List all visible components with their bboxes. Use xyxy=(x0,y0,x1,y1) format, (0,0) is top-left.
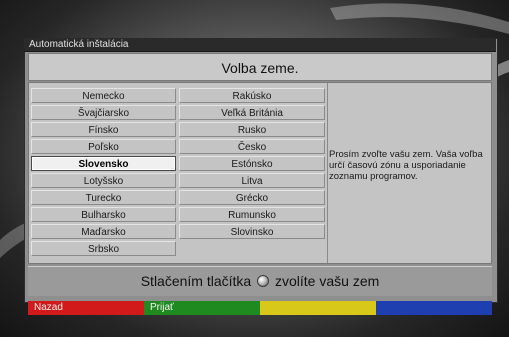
dialog-titlebar: Automatická inštalácia xyxy=(24,38,496,52)
panel-divider xyxy=(327,83,328,263)
country-item-cesko[interactable]: Česko xyxy=(179,139,325,154)
country-item-svajciarsko[interactable]: Švajčiarsko xyxy=(31,105,176,120)
country-item-litva[interactable]: Litva xyxy=(179,173,325,188)
country-item-grecko[interactable]: Grécko xyxy=(179,190,325,205)
country-item-rakusko[interactable]: Rakúsko xyxy=(179,88,325,103)
country-item-finsko[interactable]: Fínsko xyxy=(31,122,176,137)
ok-button-icon xyxy=(257,275,270,287)
country-item-polsko[interactable]: Poľsko xyxy=(31,139,176,154)
country-item-slovensko-selected[interactable]: Slovensko xyxy=(31,156,176,171)
hint-bar: Stlačením tlačítka zvolíte vašu zem xyxy=(28,266,492,296)
info-text: Prosím zvoľte vašu zem. Vaša voľba určí … xyxy=(329,149,483,182)
yellow-button[interactable] xyxy=(260,301,376,315)
country-item-velka-britania[interactable]: Veľká Británia xyxy=(179,105,325,120)
country-item-slovinsko[interactable]: Slovinsko xyxy=(179,224,325,239)
page-heading: Volba zeme. xyxy=(28,53,492,81)
country-item-turecko[interactable]: Turecko xyxy=(31,190,176,205)
country-item-estonsko[interactable]: Estónsko xyxy=(179,156,325,171)
hint-prefix: Stlačením tlačítka xyxy=(140,273,252,289)
dialog-title: Automatická inštalácia xyxy=(29,39,129,50)
accept-button[interactable]: Prijať xyxy=(144,301,260,315)
country-item-rumunsko[interactable]: Rumunsko xyxy=(179,207,325,222)
hint-suffix: zvolíte vašu zem xyxy=(275,273,380,289)
country-item-srbsko[interactable]: Srbsko xyxy=(31,241,176,256)
country-item-lotyssko[interactable]: Lotyšsko xyxy=(31,173,176,188)
country-item-madarsko[interactable]: Maďarsko xyxy=(31,224,176,239)
hint-separator xyxy=(28,266,492,267)
back-button[interactable]: Nazad xyxy=(28,301,144,315)
country-item-rusko[interactable]: Rusko xyxy=(179,122,325,137)
country-item-nemecko[interactable]: Nemecko xyxy=(31,88,176,103)
blue-button[interactable] xyxy=(376,301,492,315)
country-item-bulharsko[interactable]: Bulharsko xyxy=(31,207,176,222)
country-panel: Nemecko Švajčiarsko Fínsko Poľsko Sloven… xyxy=(28,82,492,264)
